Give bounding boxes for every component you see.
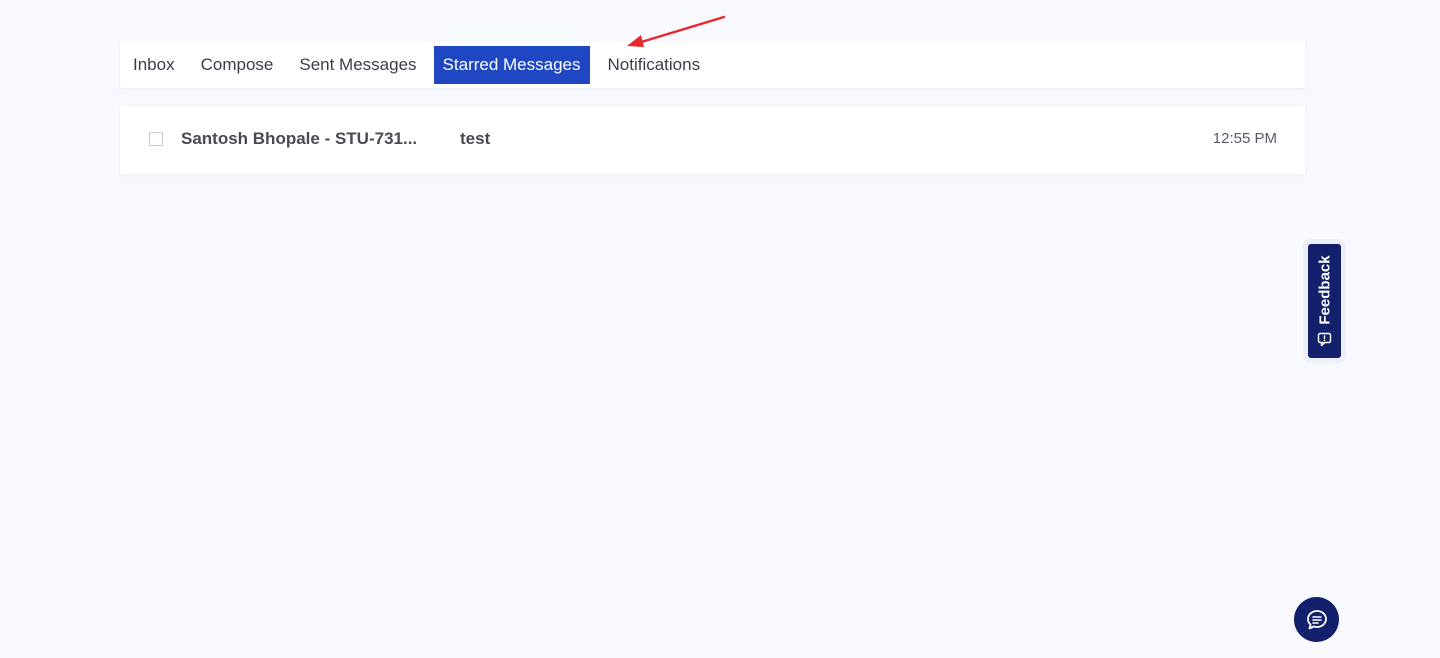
tab-starred-messages[interactable]: Starred Messages <box>433 45 590 84</box>
starred-messages-list: Santosh Bhopale - STU-731... test 12:55 … <box>120 106 1305 174</box>
message-time: 12:55 PM <box>1212 130 1277 147</box>
tab-sent-messages[interactable]: Sent Messages <box>290 46 425 84</box>
chat-launcher-button[interactable] <box>1294 597 1339 642</box>
message-subject: test <box>460 129 491 148</box>
page: Inbox Compose Sent Messages Starred Mess… <box>0 0 1440 658</box>
tab-sent-messages-label: Sent Messages <box>299 54 417 74</box>
feedback-icon <box>1317 332 1332 347</box>
tab-notifications-label: Notifications <box>607 54 701 74</box>
tab-inbox-label: Inbox <box>133 54 175 74</box>
tab-compose[interactable]: Compose <box>192 46 283 84</box>
tab-inbox[interactable]: Inbox <box>124 46 184 84</box>
tab-starred-messages-label: Starred Messages <box>442 54 581 74</box>
message-select-checkbox[interactable] <box>149 132 163 146</box>
tab-compose-label: Compose <box>200 54 274 74</box>
message-tabs-bar: Inbox Compose Sent Messages Starred Mess… <box>120 41 1305 88</box>
tab-notifications[interactable]: Notifications <box>599 46 710 84</box>
feedback-label: Feedback <box>1316 255 1333 325</box>
chat-bubble-icon <box>1306 609 1327 629</box>
message-row[interactable]: Santosh Bhopale - STU-731... test 12:55 … <box>120 106 1305 174</box>
message-sender: Santosh Bhopale - STU-731... <box>181 129 418 148</box>
feedback-tab[interactable]: Feedback <box>1308 244 1341 358</box>
